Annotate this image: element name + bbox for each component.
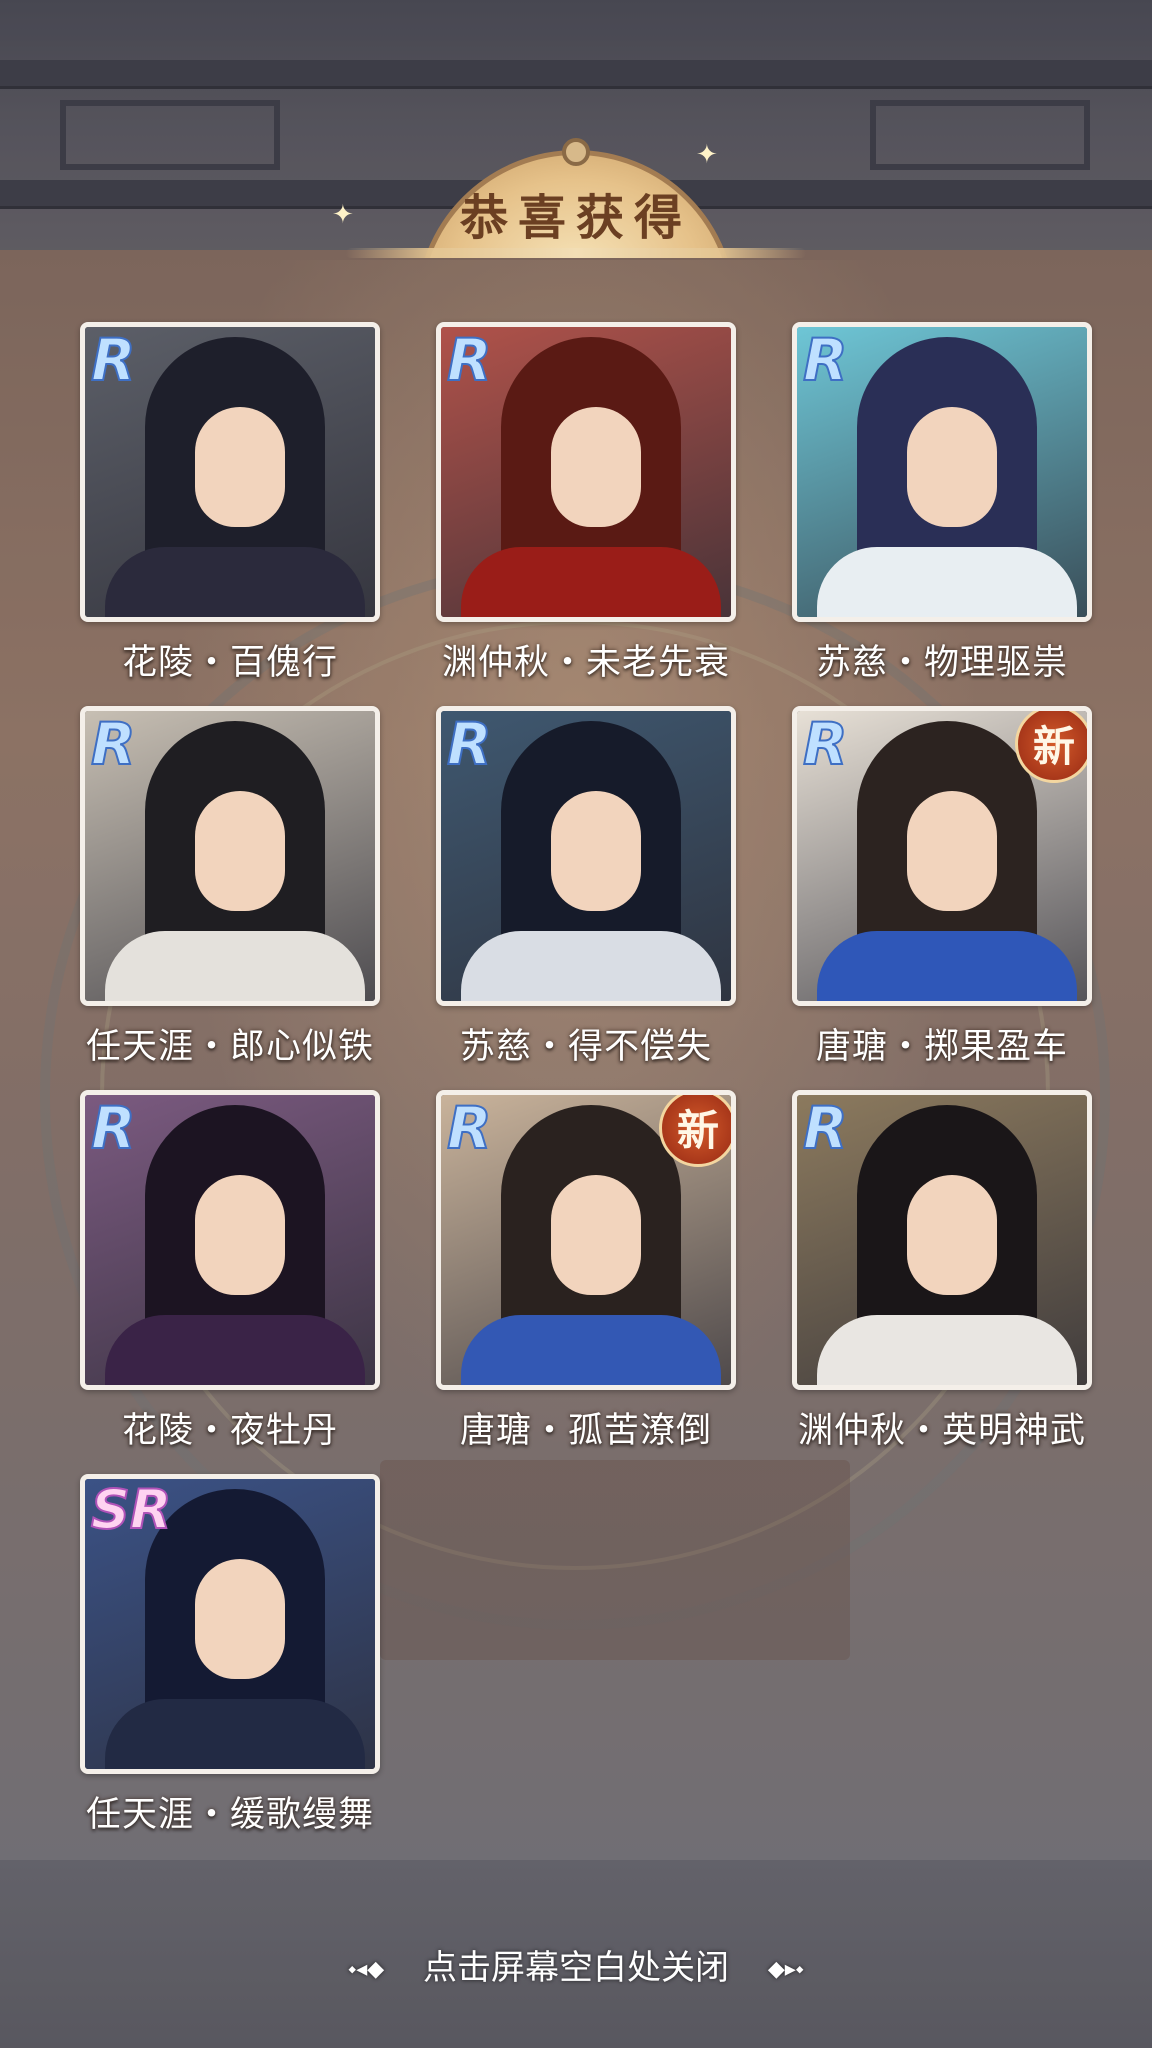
rarity-badge: R: [802, 1094, 849, 1162]
rarity-badge: R: [446, 710, 493, 778]
character-card[interactable]: R: [792, 1090, 1092, 1390]
right-ornament-icon: ◆▸⬩: [767, 1957, 804, 1982]
character-name: 任天涯・缓歌缦舞: [85, 1795, 374, 1835]
rarity-badge: R: [90, 1094, 137, 1162]
left-ornament-icon: ⬩◂◆: [348, 1957, 385, 1982]
close-hint[interactable]: ⬩◂◆ 点击屏幕空白处关闭 ◆▸⬩: [0, 1940, 1152, 1989]
new-badge: 新: [659, 1095, 731, 1167]
character-card[interactable]: R: [792, 322, 1092, 622]
character-name: 苏慈・物理驱祟: [815, 643, 1068, 683]
rarity-badge: R: [446, 326, 493, 394]
rarity-badge: R: [446, 1094, 493, 1162]
character-name: 渊仲秋・英明神武: [797, 1411, 1086, 1451]
rarity-badge: R: [90, 326, 137, 394]
character-card[interactable]: R: [436, 706, 736, 1006]
character-name: 苏慈・得不偿失: [459, 1027, 712, 1067]
new-badge: 新: [1015, 711, 1087, 783]
sparkle-icon: ✦: [696, 140, 718, 170]
character-name: 花陵・夜牡丹: [121, 1411, 338, 1451]
character-card[interactable]: R: [436, 322, 736, 622]
character-name: 花陵・百傀行: [121, 643, 338, 683]
character-card[interactable]: R: [80, 1090, 380, 1390]
rarity-badge: R: [802, 326, 849, 394]
rarity-badge: SR: [90, 1478, 172, 1541]
rarity-badge: R: [90, 710, 137, 778]
banner-ornament: [562, 138, 590, 166]
rarity-badge: R: [802, 710, 849, 778]
sparkle-icon: ✦: [332, 200, 354, 230]
character-card[interactable]: SR: [80, 1474, 380, 1774]
banner-bar: [346, 248, 806, 258]
character-card[interactable]: R: [80, 706, 380, 1006]
close-hint-text: 点击屏幕空白处关闭: [423, 1948, 729, 1988]
character-name: 唐瑭・孤苦潦倒: [459, 1411, 712, 1451]
character-name: 渊仲秋・未老先衰: [441, 643, 730, 683]
character-name: 任天涯・郎心似铁: [85, 1027, 374, 1067]
character-name: 唐瑭・掷果盈车: [815, 1027, 1068, 1067]
character-card[interactable]: R新: [792, 706, 1092, 1006]
character-card[interactable]: R新: [436, 1090, 736, 1390]
reward-banner: 恭喜获得 ✦ ✦: [332, 138, 806, 260]
character-card[interactable]: R: [80, 322, 380, 622]
banner-title: 恭喜获得: [459, 190, 692, 246]
